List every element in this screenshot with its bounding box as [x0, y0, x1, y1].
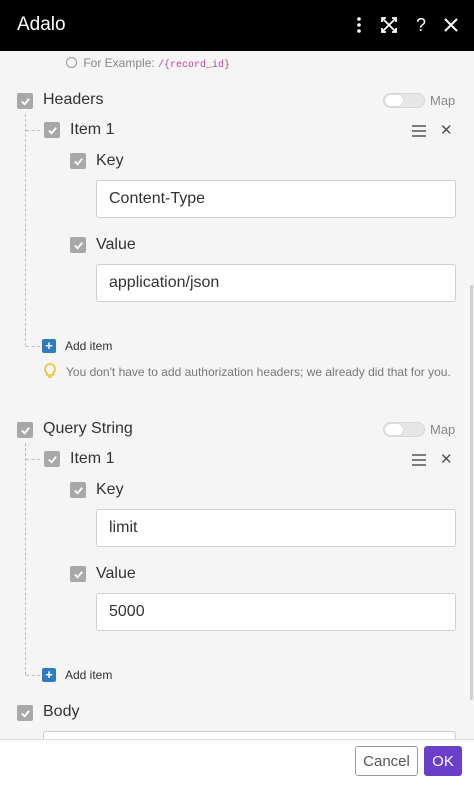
check-icon	[73, 570, 83, 579]
cancel-button[interactable]: Cancel	[355, 746, 418, 776]
check-icon	[20, 426, 30, 435]
check-icon	[47, 126, 57, 135]
add-item-icon[interactable]: +	[42, 339, 56, 353]
headers-hint: You don't have to add authorization head…	[66, 365, 451, 379]
headers-item-label: Item 1	[70, 121, 115, 138]
headers-value-checkbox[interactable]	[70, 237, 86, 253]
check-icon	[73, 157, 83, 166]
query-key-checkbox[interactable]	[70, 482, 86, 498]
query-item-label: Item 1	[70, 450, 115, 467]
query-add-item[interactable]: Add item	[65, 668, 112, 682]
modal-title: Adalo	[17, 14, 66, 35]
url-example: For Example: /{record_id}	[66, 56, 230, 71]
reorder-icon[interactable]	[412, 125, 426, 137]
query-item-checkbox[interactable]	[44, 451, 60, 467]
headers-key-input[interactable]: Content-Type	[96, 180, 456, 218]
remove-item-icon[interactable]: ✕	[440, 450, 453, 468]
tree-branch	[26, 675, 40, 676]
body-input[interactable]	[43, 731, 456, 739]
help-icon[interactable]: ?	[408, 12, 434, 38]
remove-item-icon[interactable]: ✕	[440, 121, 453, 139]
info-icon	[66, 57, 77, 68]
close-icon[interactable]	[438, 12, 464, 38]
check-icon	[47, 455, 57, 464]
query-string-checkbox[interactable]	[17, 422, 33, 438]
headers-map-label: Map	[430, 93, 456, 108]
example-code: /{record_id}	[158, 60, 231, 71]
query-string-label: Query String	[43, 420, 133, 437]
query-key-label: Key	[96, 481, 124, 498]
tree-branch	[26, 130, 40, 131]
headers-key-checkbox[interactable]	[70, 153, 86, 169]
query-value-input[interactable]: 5000	[96, 593, 456, 631]
headers-value-label: Value	[96, 236, 136, 253]
headers-key-label: Key	[96, 152, 124, 169]
headers-label: Headers	[43, 91, 104, 108]
query-value-label: Value	[96, 565, 136, 582]
modal-footer: Cancel OK	[0, 739, 474, 785]
tree-branch	[26, 346, 40, 347]
query-string-map-label: Map	[430, 422, 456, 437]
check-icon	[73, 486, 83, 495]
headers-tree-line	[25, 114, 26, 346]
query-tree-line	[25, 443, 26, 675]
check-icon	[20, 97, 30, 106]
query-value-checkbox[interactable]	[70, 566, 86, 582]
modal-header: Adalo ?	[0, 0, 474, 51]
tree-branch	[26, 459, 40, 460]
example-prefix: For Example:	[83, 56, 155, 70]
form-content: For Example: /{record_id} Headers Map It…	[0, 51, 474, 739]
query-string-map-toggle[interactable]	[383, 422, 425, 437]
headers-value-input[interactable]: application/json	[96, 264, 456, 302]
reorder-icon[interactable]	[412, 454, 426, 466]
headers-add-item[interactable]: Add item	[65, 339, 112, 353]
maximize-icon[interactable]	[376, 12, 402, 38]
ok-button[interactable]: OK	[424, 746, 462, 776]
headers-checkbox[interactable]	[17, 93, 33, 109]
check-icon	[73, 241, 83, 250]
add-item-icon[interactable]: +	[42, 668, 56, 682]
headers-item-checkbox[interactable]	[44, 122, 60, 138]
headers-map-toggle[interactable]	[383, 93, 425, 108]
check-icon	[20, 709, 30, 718]
scrollbar[interactable]	[470, 285, 473, 700]
body-checkbox[interactable]	[17, 705, 33, 721]
lightbulb-icon	[44, 363, 56, 379]
query-key-input[interactable]: limit	[96, 509, 456, 547]
more-vertical-icon[interactable]	[346, 12, 372, 38]
body-label: Body	[43, 703, 80, 720]
